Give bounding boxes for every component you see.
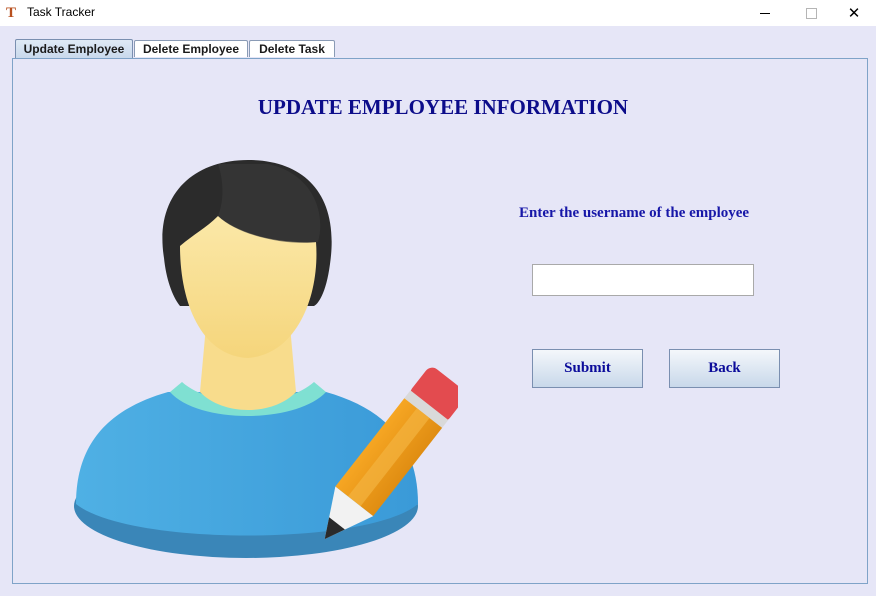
maximize-button[interactable] [788,0,834,26]
tab-delete-task[interactable]: Delete Task [249,40,335,57]
username-input[interactable] [532,264,754,296]
title-bar: T Task Tracker ✕ [0,0,876,26]
employee-edit-icon [74,160,458,558]
page-title: UPDATE EMPLOYEE INFORMATION [257,95,629,119]
window-content: Update Employee Delete Employee Delete T… [0,26,876,596]
tab-delete-employee[interactable]: Delete Employee [134,40,248,57]
close-icon: ✕ [847,5,861,22]
minimize-button[interactable] [742,0,788,26]
maximize-icon [805,7,817,19]
close-button[interactable]: ✕ [831,0,876,26]
window-title: Task Tracker [27,5,96,19]
tab-update-employee[interactable]: Update Employee [15,39,133,58]
minimize-icon [760,12,770,14]
submit-button[interactable]: Submit [532,349,643,388]
update-employee-panel: UPDATE EMPLOYEE INFORMATION Enter the us… [12,58,868,584]
back-button[interactable]: Back [669,349,780,388]
app-icon: T [6,5,17,21]
username-prompt-label: Enter the username of the employee [519,205,750,221]
